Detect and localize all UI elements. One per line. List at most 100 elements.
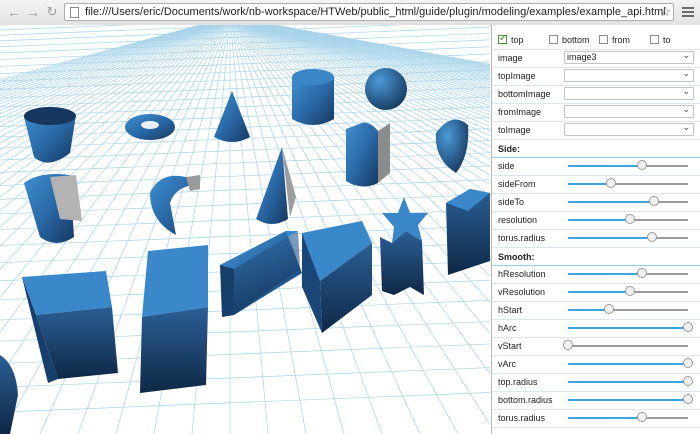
menu-icon[interactable]: [682, 7, 694, 19]
select-fromImage[interactable]: ⌄: [564, 104, 694, 118]
slider-label: vArc: [498, 359, 516, 369]
section-smooth: Smooth:: [492, 247, 700, 266]
scene-canvas[interactable]: [0, 25, 490, 434]
grid-line: [0, 86, 490, 108]
slider-fill: [568, 381, 688, 383]
slider-vArc[interactable]: [568, 358, 693, 368]
slider-label: hResolution: [498, 269, 546, 279]
shape-wedge: [302, 221, 372, 333]
slider-label: hStart: [498, 305, 523, 315]
slider-sideFrom[interactable]: [568, 178, 688, 188]
chevron-down-icon: ⌄: [682, 104, 690, 114]
slider-knob[interactable]: [603, 304, 614, 314]
slider-label: side: [498, 161, 515, 171]
slider-label: sideTo: [498, 197, 525, 207]
slider-knob[interactable]: [637, 268, 648, 278]
checkbox-label: bottom: [562, 35, 590, 45]
select-row: bottomImage ⌄: [492, 85, 700, 104]
select-row: topImage ⌄: [492, 67, 700, 86]
slider-knob[interactable]: [625, 214, 636, 224]
field-label: topImage: [498, 71, 536, 81]
property-panel: topbottomfromtoimageimage3⌄topImage⌄bott…: [491, 25, 700, 434]
slider-fill: [568, 165, 643, 167]
slider-vResolution[interactable]: [568, 286, 688, 296]
shape-box: [140, 245, 208, 393]
shape-half-torus: [150, 175, 200, 235]
slider-knob[interactable]: [637, 412, 648, 422]
slider-fill: [568, 201, 655, 203]
slider-row: bottom.radius: [492, 391, 700, 410]
slider-knob[interactable]: [683, 394, 693, 404]
3d-viewport[interactable]: [0, 25, 490, 434]
slider-label: top.radius: [498, 377, 538, 387]
slider-fill: [568, 363, 688, 365]
slider-row: hResolution: [492, 265, 700, 284]
slider-knob[interactable]: [606, 178, 617, 188]
field-label: toImage: [498, 125, 531, 135]
bookmark-star-icon[interactable]: ☆: [659, 4, 671, 20]
slider-sideTo[interactable]: [568, 196, 688, 206]
slider-torus.radius[interactable]: [568, 412, 688, 422]
slider-row: hArc: [492, 319, 700, 338]
slider-knob[interactable]: [683, 322, 693, 332]
reload-icon[interactable]: ↻: [44, 4, 60, 20]
checkbox-row: top bottom from to: [492, 31, 700, 50]
slider-side[interactable]: [568, 160, 688, 170]
slider-row: torus.radius: [492, 409, 700, 428]
slider-torus.radius[interactable]: [568, 232, 688, 242]
slider-knob[interactable]: [649, 196, 660, 206]
shape-cut-cylinder: [346, 122, 390, 187]
section-side: Side:: [492, 139, 700, 158]
select-row: image image3 ⌄: [492, 49, 700, 68]
slider-row: vResolution: [492, 283, 700, 302]
slider-bottom.radius[interactable]: [568, 394, 693, 404]
checkbox-from[interactable]: [599, 35, 608, 44]
select-value: image3: [567, 52, 597, 62]
select-bottomImage[interactable]: ⌄: [564, 86, 694, 100]
checkbox-bottom[interactable]: [549, 35, 558, 44]
address-bar[interactable]: file:///Users/eric/Documents/work/nb-wor…: [64, 3, 674, 21]
checkbox-label: top: [511, 35, 524, 45]
slider-row: hStart: [492, 301, 700, 320]
slider-label: vResolution: [498, 287, 546, 297]
chevron-down-icon: ⌄: [682, 122, 690, 132]
slider-row: side: [492, 157, 700, 176]
select-topImage[interactable]: ⌄: [564, 68, 694, 82]
slider-fill: [568, 183, 612, 185]
slider-row: sideFrom: [492, 175, 700, 194]
slider-row: top.radius: [492, 373, 700, 392]
back-arrow-icon[interactable]: ←: [6, 4, 22, 20]
slider-knob[interactable]: [683, 376, 693, 386]
slider-knob[interactable]: [637, 160, 648, 170]
shape-partial-left: [0, 355, 18, 434]
shape-star-prism: [380, 197, 428, 295]
slider-label: bottom.radius: [498, 395, 553, 405]
slider-hStart[interactable]: [568, 304, 688, 314]
slider-top.radius[interactable]: [568, 376, 693, 386]
url-text[interactable]: file:///Users/eric/Documents/work/nb-wor…: [85, 6, 666, 18]
grid-line: [0, 392, 490, 413]
slider-knob[interactable]: [563, 340, 573, 350]
slider-knob[interactable]: [625, 286, 636, 296]
grid-line: [0, 140, 490, 161]
slider-knob[interactable]: [683, 358, 693, 368]
field-label: image: [498, 53, 523, 63]
forward-arrow-icon[interactable]: →: [25, 4, 41, 20]
slider-knob[interactable]: [647, 232, 657, 242]
slider-fill: [568, 417, 643, 419]
slider-fill: [568, 291, 631, 293]
slider-fill: [568, 309, 609, 311]
slider-row: vStart: [492, 337, 700, 356]
slider-resolution[interactable]: [568, 214, 688, 224]
shape-cut-bowl: [24, 174, 82, 243]
select-image[interactable]: image3 ⌄: [564, 50, 694, 64]
slider-hArc[interactable]: [568, 322, 693, 332]
checkbox-label: from: [612, 35, 630, 45]
page-icon: [70, 7, 79, 18]
slider-hResolution[interactable]: [568, 268, 688, 278]
slider-vStart[interactable]: [563, 340, 688, 350]
checkbox-to[interactable]: [650, 35, 659, 44]
chevron-down-icon: ⌄: [682, 68, 690, 78]
select-toImage[interactable]: ⌄: [564, 122, 694, 136]
checkbox-top[interactable]: [498, 33, 507, 44]
